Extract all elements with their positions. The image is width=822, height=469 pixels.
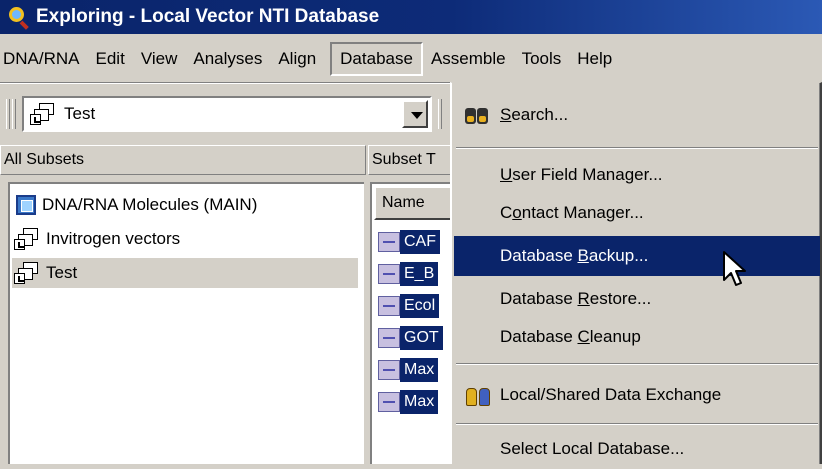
menu-separator [456, 423, 818, 425]
data-exchange-icon [464, 384, 492, 408]
toolbar-grip[interactable] [6, 99, 10, 129]
subset-combobox[interactable]: Test [22, 96, 432, 132]
toolbar-grip-3[interactable] [438, 99, 442, 129]
menu-help[interactable]: Help [569, 42, 620, 76]
magnifier-app-icon [8, 6, 30, 30]
molecule-icon [378, 296, 400, 316]
molecule-name: Ecol [400, 294, 440, 318]
subsets-list[interactable]: DNA/RNA Molecules (MAIN) Invitrogen vect… [8, 182, 364, 464]
subset-item-label: Invitrogen vectors [46, 229, 181, 248]
menu-item-select-local-database[interactable]: Select Local Database... [454, 429, 820, 469]
menu-item-database-cleanup[interactable]: Database Cleanup [454, 317, 820, 357]
menu-assemble[interactable]: Assemble [423, 42, 514, 76]
subset-icon [30, 102, 56, 126]
menu-tools[interactable]: Tools [514, 42, 570, 76]
molecule-name: CAF [400, 230, 440, 254]
combobox-dropdown-button[interactable] [402, 100, 428, 128]
column-header-name[interactable]: Name [374, 186, 454, 220]
database-menu-dropdown: Search... User Field Manager... Contact … [450, 82, 822, 464]
subset-item-label: Test [46, 263, 78, 282]
menu-dna-rna[interactable]: DNA/RNA [0, 42, 88, 76]
binoculars-icon [464, 104, 490, 126]
molecule-row[interactable]: CAF [378, 228, 440, 256]
title-bar: Exploring - Local Vector NTI Database [0, 0, 822, 34]
molecule-icon [378, 264, 400, 284]
subset-icon [14, 227, 40, 251]
menu-align[interactable]: Align [270, 42, 324, 76]
subset-icon [14, 261, 40, 285]
menu-item-database-backup[interactable]: Database Backup... [454, 236, 820, 276]
all-subsets-header: All Subsets [0, 145, 366, 175]
menu-analyses[interactable]: Analyses [185, 42, 270, 76]
menu-separator [456, 147, 818, 149]
subset-item-invitrogen[interactable]: Invitrogen vectors [12, 224, 182, 254]
molecule-row[interactable]: Max [378, 356, 439, 384]
menu-edit[interactable]: Edit [88, 42, 133, 76]
menu-item-data-exchange[interactable]: Local/Shared Data Exchange [454, 375, 820, 415]
molecule-name: E_B [400, 262, 439, 286]
molecule-row[interactable]: E_B [378, 260, 439, 288]
subset-item-main[interactable]: DNA/RNA Molecules (MAIN) [12, 190, 259, 220]
molecule-icon [378, 328, 400, 348]
menu-separator [456, 363, 818, 365]
menu-view[interactable]: View [133, 42, 186, 76]
molecule-icon [378, 232, 400, 252]
molecule-name: Max [400, 390, 439, 414]
molecule-row[interactable]: Ecol [378, 292, 440, 320]
molecule-row[interactable]: Max [378, 388, 439, 416]
database-icon [16, 195, 36, 215]
menu-bar: DNA/RNA Edit View Analyses Align Databas… [0, 37, 822, 81]
toolbar-grip-2[interactable] [12, 99, 16, 129]
subset-header: Subset T [368, 145, 458, 175]
mouse-pointer-icon [723, 251, 746, 286]
subset-combobox-value: Test [64, 104, 96, 123]
chevron-down-icon [411, 112, 423, 119]
menu-database[interactable]: Database [330, 42, 423, 76]
menu-item-user-field-manager[interactable]: User Field Manager... [454, 155, 820, 195]
menu-item-search[interactable]: Search... [454, 95, 820, 135]
window-title: Exploring - Local Vector NTI Database [36, 6, 380, 27]
subset-item-label: DNA/RNA Molecules (MAIN) [42, 195, 258, 214]
molecule-row[interactable]: GOT [378, 324, 443, 352]
subset-item-test[interactable]: Test [12, 258, 358, 288]
molecule-name: Max [400, 358, 439, 382]
molecule-icon [378, 360, 400, 380]
menu-item-database-restore[interactable]: Database Restore... [454, 279, 820, 319]
menu-item-contact-manager[interactable]: Contact Manager... [454, 193, 820, 233]
molecule-name: GOT [400, 326, 443, 350]
molecule-icon [378, 392, 400, 412]
